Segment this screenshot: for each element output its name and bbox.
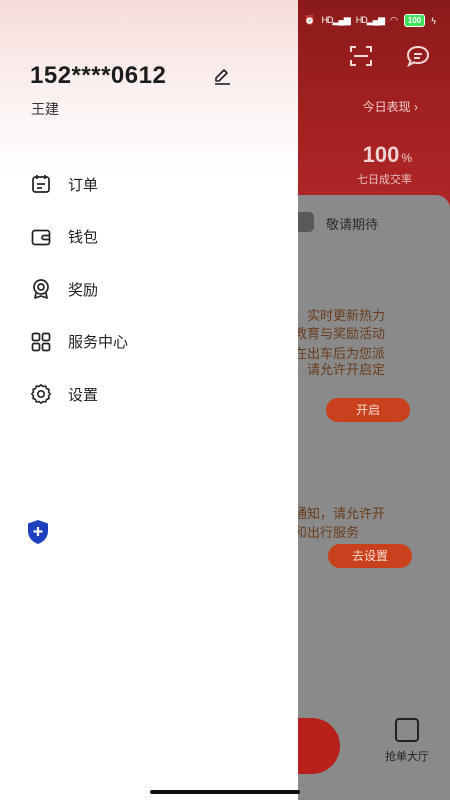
signal-icon-2: HD▂▄▆: [355, 15, 385, 25]
menu-label: 设置: [68, 386, 99, 404]
menu-label: 服务中心: [68, 334, 129, 352]
notice-line: 和出行服务: [294, 525, 360, 540]
wallet-icon: [31, 229, 51, 246]
user-name: 王建: [31, 101, 59, 117]
menu-label: 钱包: [68, 229, 99, 247]
alarm-icon: ⏰: [304, 15, 316, 25]
status-bar: ⏰ HD▂▄▆ HD▂▄▆ ◠ 100 ϟ: [304, 14, 436, 27]
menu-item-settings[interactable]: 设置: [30, 368, 270, 421]
menu-item-orders[interactable]: 订单: [30, 158, 270, 211]
order-icon: [32, 175, 50, 194]
user-phone: 152****0612: [30, 62, 167, 89]
open-button[interactable]: 开启: [326, 398, 410, 422]
notice-line: 教育与奖励活动: [294, 326, 386, 341]
menu-item-rewards[interactable]: 奖励: [30, 263, 270, 316]
scan-icon[interactable]: [348, 44, 374, 68]
seven-day-rate-label: 七日成交率: [357, 174, 412, 186]
notice-line: 通知，请允许开: [294, 506, 386, 521]
battery-icon: 100: [403, 14, 426, 27]
signal-icon-1: HD▂▄▆: [321, 15, 351, 25]
grab-order-icon: [395, 718, 419, 742]
drawer-menu: 订单 钱包 奖励 服务中心 设置: [30, 158, 270, 421]
edit-icon[interactable]: [212, 65, 232, 85]
go-settings-button[interactable]: 去设置: [328, 544, 412, 568]
tab-label: 抢单大厅: [385, 751, 429, 763]
shield-icon[interactable]: [26, 519, 50, 545]
menu-label: 奖励: [68, 281, 99, 299]
seven-day-rate-value: 100%: [362, 142, 412, 167]
menu-item-service-center[interactable]: 服务中心: [30, 316, 270, 369]
service-center-icon: [31, 332, 51, 352]
menu-item-wallet[interactable]: 钱包: [30, 211, 270, 264]
card-title: 敬请期待: [326, 217, 379, 232]
charging-icon: ϟ: [431, 15, 436, 26]
wifi-icon: ◠: [390, 15, 398, 25]
side-drawer: 152****0612 王建 订单 钱包 奖励 服务中心 设置: [0, 0, 298, 800]
today-performance-link[interactable]: 今日表现 ›: [363, 98, 418, 115]
settings-icon: [31, 384, 51, 405]
tab-grab-order-hall[interactable]: 抢单大厅: [372, 718, 442, 764]
message-icon[interactable]: [405, 44, 431, 68]
notice-line: ，请允许开启定: [294, 362, 386, 377]
home-indicator: [150, 790, 300, 794]
menu-label: 订单: [68, 176, 99, 194]
reward-icon: [33, 279, 49, 300]
